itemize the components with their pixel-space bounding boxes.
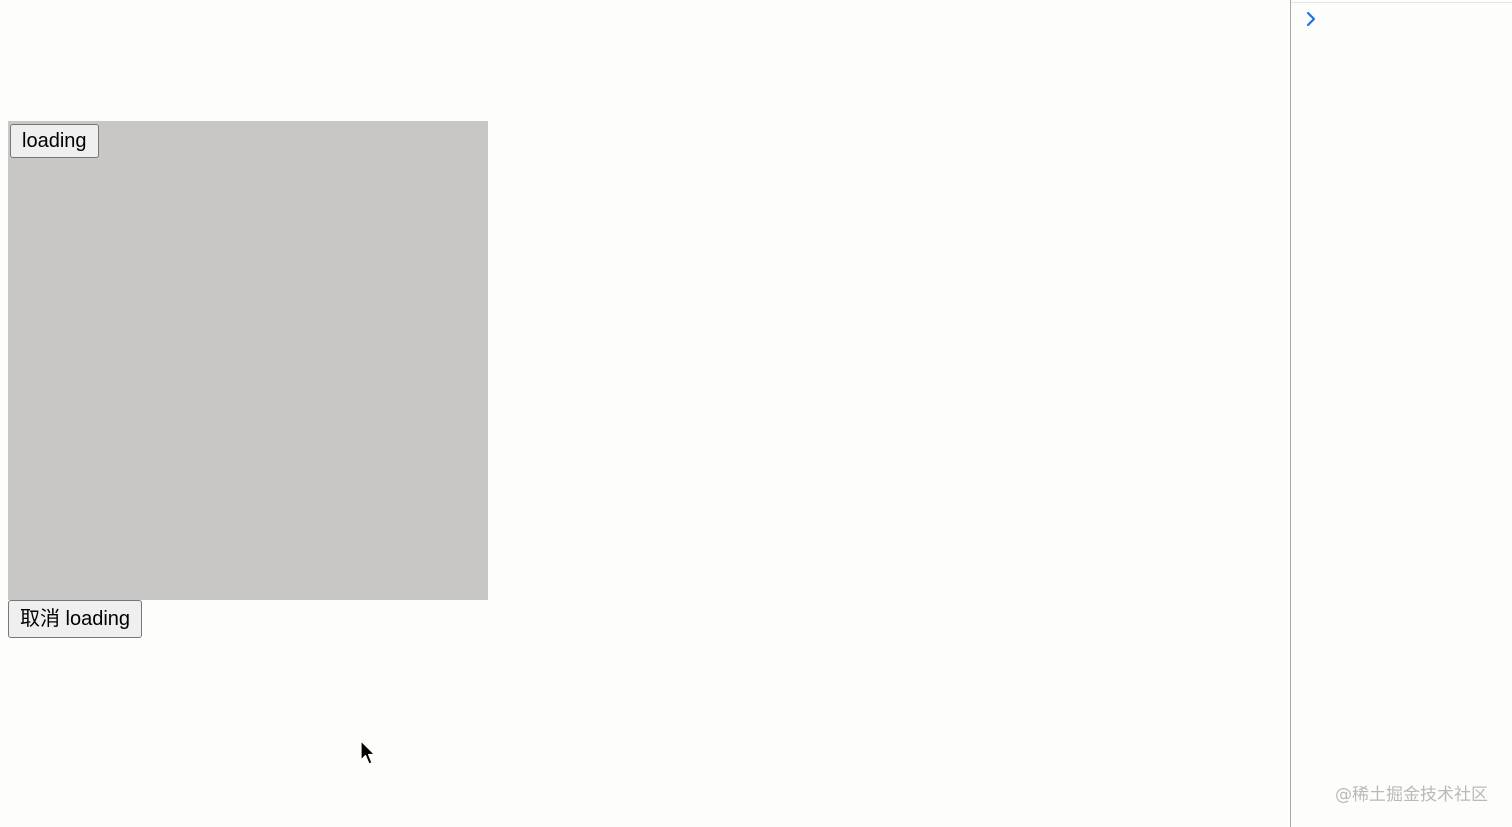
devtools-divider [1291, 2, 1512, 3]
cancel-loading-button[interactable]: 取消 loading [8, 600, 143, 638]
browser-viewport: loading 取消 loading [0, 0, 1290, 827]
mouse-pointer-icon [360, 740, 376, 765]
devtools-console-panel: @稀土掘金技术社区 [1290, 0, 1512, 827]
watermark: @稀土掘金技术社区 [1335, 785, 1488, 805]
chevron-right-icon[interactable] [1305, 11, 1317, 27]
loading-button[interactable]: loading [10, 124, 99, 158]
page: loading 取消 loading @稀土掘金技术社区 [0, 0, 1512, 827]
loading-overlay [8, 121, 488, 600]
